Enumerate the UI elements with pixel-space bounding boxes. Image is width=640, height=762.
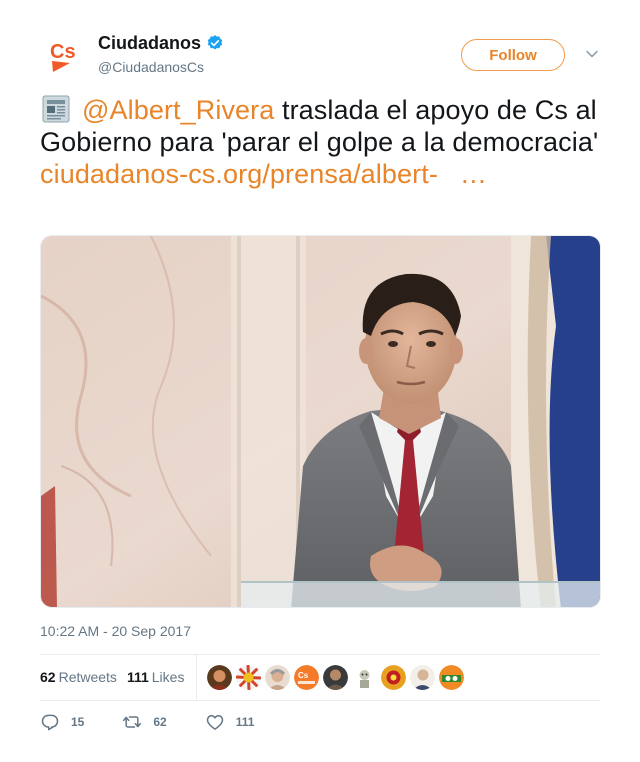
tweet-timestamp[interactable]: 10:22 AM - 20 Sep 2017: [40, 623, 191, 639]
retweets-stat[interactable]: 62 Retweets: [40, 669, 117, 685]
liker-avatar[interactable]: [381, 664, 407, 690]
display-name[interactable]: Ciudadanos: [98, 33, 201, 54]
reply-icon: [41, 714, 59, 731]
chevron-down-icon[interactable]: [585, 47, 599, 61]
account-avatar[interactable]: Cs: [40, 32, 88, 80]
retweets-label: Retweets: [58, 669, 117, 685]
likes-label: Likes: [151, 669, 185, 685]
retweet-count: 62: [153, 715, 167, 729]
verified-badge-icon: [206, 34, 224, 52]
liker-avatars: Cs: [207, 664, 468, 690]
like-button[interactable]: 111: [205, 712, 255, 732]
liker-avatar[interactable]: [352, 664, 378, 690]
retweets-count: 62: [40, 669, 56, 685]
reply-button[interactable]: 15: [40, 712, 84, 732]
account-handle[interactable]: @CiudadanosCs: [98, 59, 204, 75]
article-link[interactable]: ciudadanos-cs.org/prensa/albert-: [40, 159, 438, 189]
liker-avatar[interactable]: [323, 664, 349, 690]
ciudadanos-logo: Cs: [50, 41, 76, 72]
svg-text:Cs: Cs: [298, 671, 309, 680]
likes-count: 111: [126, 669, 149, 685]
retweet-button[interactable]: 62: [122, 712, 167, 732]
tweet-actions: 15 62 111: [40, 710, 292, 734]
tweet-stats: 62 Retweets 111 Likes Cs: [40, 654, 600, 700]
heart-icon: [206, 715, 223, 730]
svg-text:Cs: Cs: [50, 41, 76, 63]
divider: [40, 700, 600, 701]
liker-avatar[interactable]: Cs: [294, 664, 320, 690]
reply-count: 15: [71, 715, 85, 729]
mention-link[interactable]: @Albert_Rivera: [82, 95, 274, 125]
liker-avatar[interactable]: [265, 664, 291, 690]
tweet-header: Cs Ciudadanos @CiudadanosCs Follow: [40, 32, 600, 80]
link-ellipsis[interactable]: …: [460, 159, 487, 189]
liker-avatar[interactable]: [207, 664, 233, 690]
follow-button[interactable]: Follow: [461, 39, 565, 71]
like-count: 111: [235, 715, 255, 729]
tweet-text: @Albert_Rivera traslada el apoyo de Cs a…: [40, 94, 600, 190]
liker-avatar[interactable]: [410, 664, 436, 690]
likes-stat[interactable]: 111 Likes: [127, 669, 185, 685]
newspaper-icon: [40, 94, 74, 124]
liker-avatar[interactable]: [236, 664, 262, 690]
stats-separator: [196, 654, 198, 700]
name-row: Ciudadanos: [98, 32, 224, 54]
liker-avatar[interactable]: [439, 664, 465, 690]
tweet-photo[interactable]: [40, 235, 601, 608]
retweet-icon: [123, 716, 142, 728]
